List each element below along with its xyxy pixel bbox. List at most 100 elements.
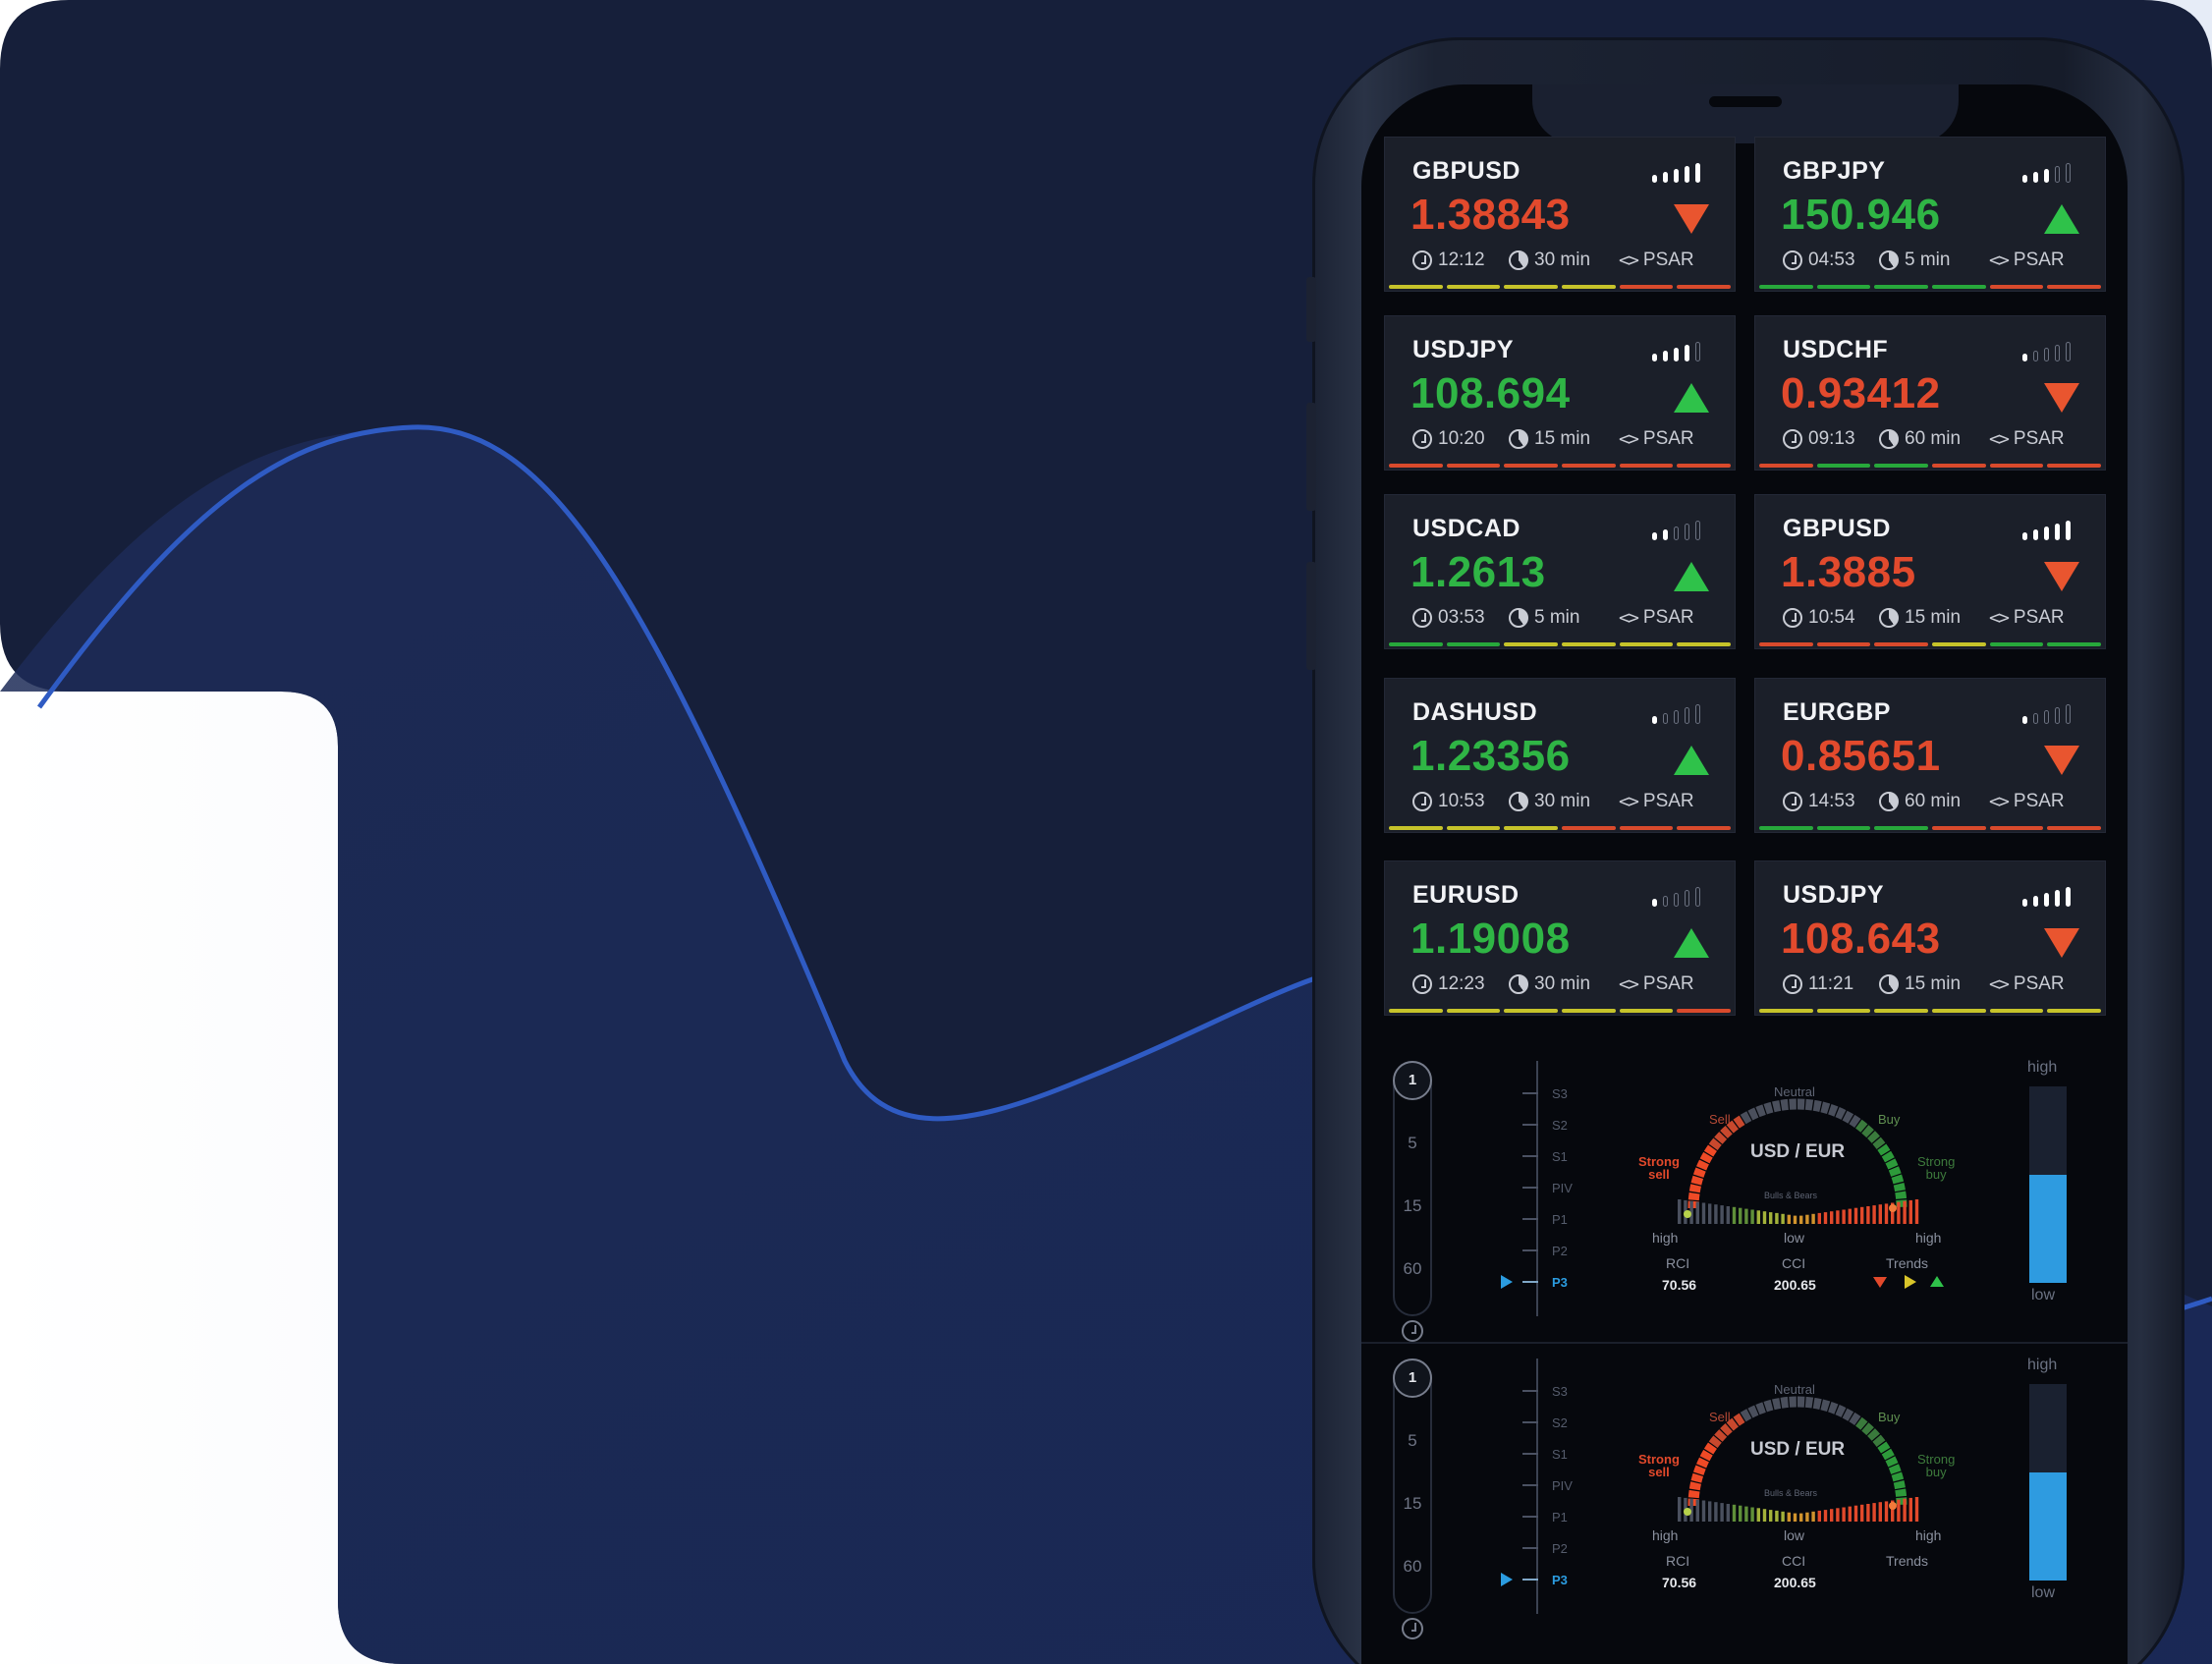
indicator-meta: <> PSAR xyxy=(1989,973,2065,995)
level-low-label: low xyxy=(2031,1287,2056,1303)
gauge-arc-segment xyxy=(1861,1422,1874,1436)
signal-bar xyxy=(1695,887,1700,907)
bulls-bears-bar xyxy=(1842,1507,1846,1522)
clock-icon xyxy=(1783,974,1802,994)
time-value: 10:53 xyxy=(1438,791,1485,811)
gauge-arc-segment xyxy=(1726,1417,1740,1431)
bulls-bears-bar xyxy=(1678,1497,1682,1522)
signal-bar xyxy=(2066,887,2071,907)
gauge-arc-segment xyxy=(1861,1125,1874,1138)
trend-strip-segment xyxy=(1504,464,1559,468)
interval-meta: 5 min xyxy=(1879,250,1950,271)
bulls-bears-bar xyxy=(1781,1213,1785,1224)
trend-strip-segment xyxy=(1989,464,2044,468)
bulls-bears-bar xyxy=(1823,1212,1828,1224)
bulls-bears-bar xyxy=(1739,1505,1742,1522)
clock-icon xyxy=(1783,792,1802,811)
arrow-up-icon xyxy=(1674,928,1709,958)
time-value: 03:53 xyxy=(1438,607,1485,628)
gauge-arc-segment xyxy=(1703,1144,1718,1157)
signal-bar xyxy=(2022,899,2027,907)
trend-strip-segment xyxy=(1759,464,1813,468)
level-bar xyxy=(2029,1384,2067,1581)
trend-right-icon xyxy=(1905,1275,1916,1289)
trend-up-icon xyxy=(1930,1276,1944,1287)
rci-label: RCI xyxy=(1666,1553,1690,1569)
time-value: 11:21 xyxy=(1808,973,1854,994)
currency-card-usdchf[interactable]: USDCHF 0.93412 09:13 60 min <> PSAR xyxy=(1755,316,2105,470)
bulls-bears-bar xyxy=(1836,1508,1840,1522)
gauge-panel: 1 5 15 60 S3 S2 S1 PIV P1 P2 P3 Neutral Sell Buy Stron… xyxy=(1361,1349,2128,1643)
interval-meta: 30 min xyxy=(1509,791,1590,812)
currency-card-gbpusd[interactable]: GBPUSD 1.38843 12:12 30 min <> PSAR xyxy=(1385,138,1735,291)
gauge-title: USD / EUR xyxy=(1750,1439,1846,1460)
trend-strip-segment xyxy=(1504,826,1559,830)
currency-card-usdjpy[interactable]: USDJPY 108.643 11:21 15 min <> PSAR xyxy=(1755,861,2105,1015)
trend-strip-segment xyxy=(1446,1009,1501,1013)
gauge-arc-segment xyxy=(1696,1159,1709,1171)
code-icon: <> xyxy=(1619,428,1639,450)
bulls-bears-bar xyxy=(1897,1201,1901,1224)
gauge-arc-segment xyxy=(1835,1107,1847,1120)
currency-card-usdjpy[interactable]: USDJPY 108.694 10:20 15 min <> PSAR xyxy=(1385,316,1735,470)
bulls-bears-bar xyxy=(1708,1203,1712,1224)
strong-sell-line2: sell xyxy=(1648,1465,1670,1479)
time-value: 09:13 xyxy=(1808,428,1855,449)
bulls-bears-bar xyxy=(1884,1203,1889,1224)
timer-icon xyxy=(1509,429,1528,449)
signal-bar xyxy=(2044,893,2049,907)
currency-card-eurgbp[interactable]: EURGBP 0.85651 14:53 60 min <> PSAR xyxy=(1755,679,2105,832)
bulls-bears-bar xyxy=(1853,1505,1858,1522)
bulls-bears-bar xyxy=(1732,1504,1737,1522)
trend-strip-segment xyxy=(1677,1009,1732,1013)
trend-strip-segment xyxy=(2047,1009,2102,1013)
trend-strip-segment xyxy=(1759,642,1813,646)
bulls-bears-bar xyxy=(1836,1210,1840,1224)
currency-card-usdcad[interactable]: USDCAD 1.2613 03:53 5 min <> PSAR xyxy=(1385,495,1735,648)
price-value: 1.23356 xyxy=(1410,732,1571,780)
cci-value: 200.65 xyxy=(1774,1277,1816,1293)
gauge-sell-label: Sell xyxy=(1709,1410,1731,1424)
currency-card-gbpusd[interactable]: GBPUSD 1.3885 10:54 15 min <> PSAR xyxy=(1755,495,2105,648)
trend-strip-segment xyxy=(1759,1009,1813,1013)
signal-bar xyxy=(2022,532,2027,540)
gauge-arc-segment xyxy=(1881,1448,1895,1461)
gauge-arc-segment xyxy=(1820,1101,1831,1115)
trend-strip-segment xyxy=(1816,464,1871,468)
price-value: 1.3885 xyxy=(1781,548,1916,596)
gauge-arc-segment xyxy=(1888,1166,1902,1177)
gauge-arc-segment xyxy=(1804,1396,1814,1409)
gauge-low-label: low xyxy=(1784,1230,1805,1246)
bulls-bears-bar xyxy=(1744,1208,1748,1224)
indicator-value: PSAR xyxy=(1642,428,1694,449)
trend-strip xyxy=(1759,464,2102,468)
indicator-meta: <> PSAR xyxy=(1619,428,1694,450)
indicator-value: PSAR xyxy=(2013,250,2065,270)
bulls-bears-bar xyxy=(1853,1207,1858,1224)
trend-strip-segment xyxy=(1619,826,1674,830)
signal-strength-icon xyxy=(2022,702,2077,724)
currency-card-eurusd[interactable]: EURUSD 1.19008 12:23 30 min <> PSAR xyxy=(1385,861,1735,1015)
indicator-value: PSAR xyxy=(1642,791,1694,811)
currency-card-gbpjpy[interactable]: GBPJPY 150.946 04:53 5 min <> PSAR xyxy=(1755,138,2105,291)
time-value: 12:12 xyxy=(1438,250,1485,270)
trend-strip-segment xyxy=(1562,826,1616,830)
gauge-low-label: low xyxy=(1784,1527,1805,1543)
bulls-bears-bar xyxy=(1775,1510,1779,1522)
bulls-bears-bar xyxy=(1914,1199,1919,1224)
clock-icon xyxy=(1783,608,1802,628)
gauge-title: USD / EUR xyxy=(1750,1141,1846,1162)
trend-strip-segment xyxy=(1677,642,1732,646)
trend-strip-segment xyxy=(1932,464,1986,468)
currency-card-dashusd[interactable]: DASHUSD 1.23356 10:53 30 min <> PSAR xyxy=(1385,679,1735,832)
gauge-arc-segment xyxy=(1885,1158,1899,1170)
gauge-arc-segment xyxy=(1714,1429,1728,1442)
bulls-bears-bar xyxy=(1897,1499,1901,1522)
clock-icon xyxy=(1412,250,1432,270)
signal-bar xyxy=(2055,166,2060,183)
signal-bar xyxy=(1674,893,1679,907)
gauge-arc-segment xyxy=(1828,1103,1839,1117)
level-high-label: high xyxy=(2027,1059,2058,1076)
trend-strip-segment xyxy=(1874,642,1929,646)
bulls-bears-bar xyxy=(1750,1507,1754,1522)
